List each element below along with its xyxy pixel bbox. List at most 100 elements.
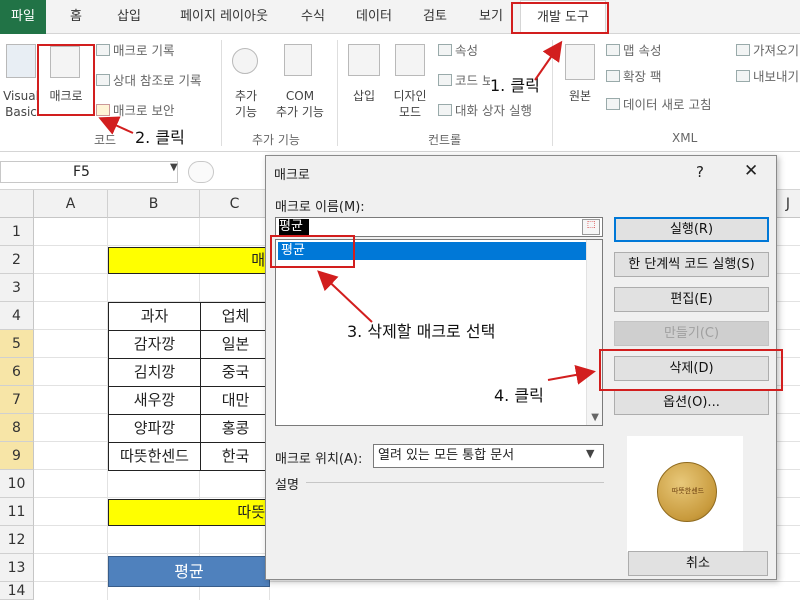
table-cell[interactable]: 따뜻한센드 [108,442,201,471]
row-header-4[interactable]: 4 [0,302,34,330]
row-header-9[interactable]: 9 [0,442,34,470]
macro-name-input[interactable] [275,217,603,237]
row-header-7[interactable]: 7 [0,386,34,414]
row-header-6[interactable]: 6 [0,358,34,386]
highlight-macro-item [270,235,355,268]
description-divider [306,482,604,483]
column-header-a[interactable]: A [34,190,108,218]
list-scrollbar[interactable]: ▼ [586,240,602,425]
title-cell-row2[interactable]: 매 [108,247,270,274]
column-header-b[interactable]: B [108,190,200,218]
cancel-button[interactable]: 취소 [628,551,768,576]
run-dialog-button[interactable]: 대화 상자 실행 [438,102,532,120]
xml-source-button[interactable]: 원본 [560,88,600,104]
table-cell[interactable]: 한국 [200,442,270,471]
table-cell[interactable]: 대만 [200,386,270,415]
export-icon [736,70,750,82]
name-box[interactable]: F5 [0,161,178,183]
row-header-11[interactable]: 11 [0,498,34,526]
table-header-company[interactable]: 업체 [200,302,270,331]
tab-review[interactable]: 검토 [412,0,458,34]
xml-export-button[interactable]: 내보내기 [736,68,799,86]
tab-view[interactable]: 보기 [468,0,514,34]
tab-file[interactable]: 파일 [0,0,46,34]
properties-button[interactable]: 속성 [438,42,478,60]
row-header-3[interactable]: 3 [0,274,34,302]
range-selector-icon[interactable]: ⬚ [582,219,600,235]
table-cell[interactable]: 김치깡 [108,358,201,387]
row-header-2[interactable]: 2 [0,246,34,274]
com-addins-button[interactable]: COM 추가 기능 [268,88,332,120]
row-header-10[interactable]: 10 [0,470,34,498]
row-header-13[interactable]: 13 [0,554,34,582]
coin-image: 따뜻한센드 [657,462,717,522]
xml-import-button[interactable]: 가져오기 [736,42,799,60]
column-header-j[interactable]: J [776,190,800,218]
warning-icon [96,104,110,116]
xml-group-label: XML [672,131,698,145]
code-group-label: 코드 [94,133,117,147]
column-header-c[interactable]: C [200,190,270,218]
map-properties-icon [606,44,620,56]
tab-page-layout[interactable]: 페이지 레이아웃 [164,0,284,34]
run-button[interactable]: 실행(R) [614,217,769,242]
table-cell[interactable]: 홍콩 [200,414,270,443]
close-icon[interactable]: ✕ [744,161,758,181]
group-separator [221,40,222,146]
view-code-label: 코드 보기 [455,73,490,88]
help-icon[interactable]: ? [696,163,704,181]
table-cell[interactable]: 양파깡 [108,414,201,443]
highlight-delete-button [599,349,783,391]
table-cell[interactable]: 새우깡 [108,386,201,415]
refresh-data-button[interactable]: 데이터 새로 고침 [606,96,711,114]
record-macro-button[interactable]: 매크로 기록 [96,42,174,60]
insert-control-button[interactable]: 삽입 [344,88,384,104]
addins-group-label: 추가 기능 [252,133,300,147]
ribbon-developer: Visual Basic 매크로 매크로 기록 상대 참조로 기록 매크로 보안… [0,34,800,152]
chevron-down-icon[interactable]: ▼ [170,162,178,173]
select-all-corner[interactable] [0,190,34,218]
macro-security-button[interactable]: 매크로 보안 [96,102,174,120]
refresh-data-label: 데이터 새로 고침 [623,97,712,112]
relative-reference-button[interactable]: 상대 참조로 기록 [96,72,201,90]
table-cell[interactable]: 중국 [200,358,270,387]
visual-basic-icon [6,44,36,78]
design-mode-icon [395,44,425,76]
xml-import-label: 가져오기 [753,43,800,58]
row-header-12[interactable]: 12 [0,526,34,554]
view-code-button[interactable]: 코드 보기 [438,72,490,90]
design-mode-button[interactable]: 디자인 모드 [388,88,432,120]
addins-button[interactable]: 추가 기능 [226,88,266,120]
table-header-snack[interactable]: 과자 [108,302,201,331]
annotation-step4: 4. 클릭 [494,386,544,405]
tab-home[interactable]: 홈 [56,0,96,34]
tab-data[interactable]: 데이터 [346,0,402,34]
highlight-developer-tab [511,2,609,34]
chevron-down-icon[interactable]: ▼ [591,412,599,423]
ribbon-tab-bar: 파일 홈 삽입 페이지 레이아웃 수식 데이터 검토 보기 개발 도구 [0,0,800,35]
macro-name-value: 평균 [279,219,303,234]
expansion-pack-button[interactable]: 확장 팩 [606,68,661,86]
row-header-8[interactable]: 8 [0,414,34,442]
macro-location-select[interactable]: 열려 있는 모든 통합 문서 [373,444,604,468]
run-dialog-label: 대화 상자 실행 [455,103,532,118]
table-cell[interactable]: 일본 [200,330,270,359]
visual-basic-button[interactable]: Visual Basic [0,88,42,120]
options-button[interactable]: 옵션(O)... [614,390,769,415]
tab-insert[interactable]: 삽입 [106,0,152,34]
com-addins-icon [284,44,312,76]
title-cell-row11[interactable]: 따뜻 [108,499,270,526]
formula-bar-toggle[interactable] [188,161,214,183]
average-macro-button[interactable]: 평균 [108,556,270,587]
row-header-1[interactable]: 1 [0,218,34,246]
row-header-5[interactable]: 5 [0,330,34,358]
chevron-down-icon[interactable]: ▼ [586,447,594,460]
table-cell[interactable]: 감자깡 [108,330,201,359]
import-icon [736,44,750,56]
tab-formulas[interactable]: 수식 [290,0,336,34]
group-separator [552,40,553,146]
row-header-14[interactable]: 14 [0,582,34,600]
step-into-button[interactable]: 한 단계씩 코드 실행(S) [614,252,769,277]
edit-button[interactable]: 편집(E) [614,287,769,312]
map-properties-button[interactable]: 맵 속성 [606,42,661,60]
